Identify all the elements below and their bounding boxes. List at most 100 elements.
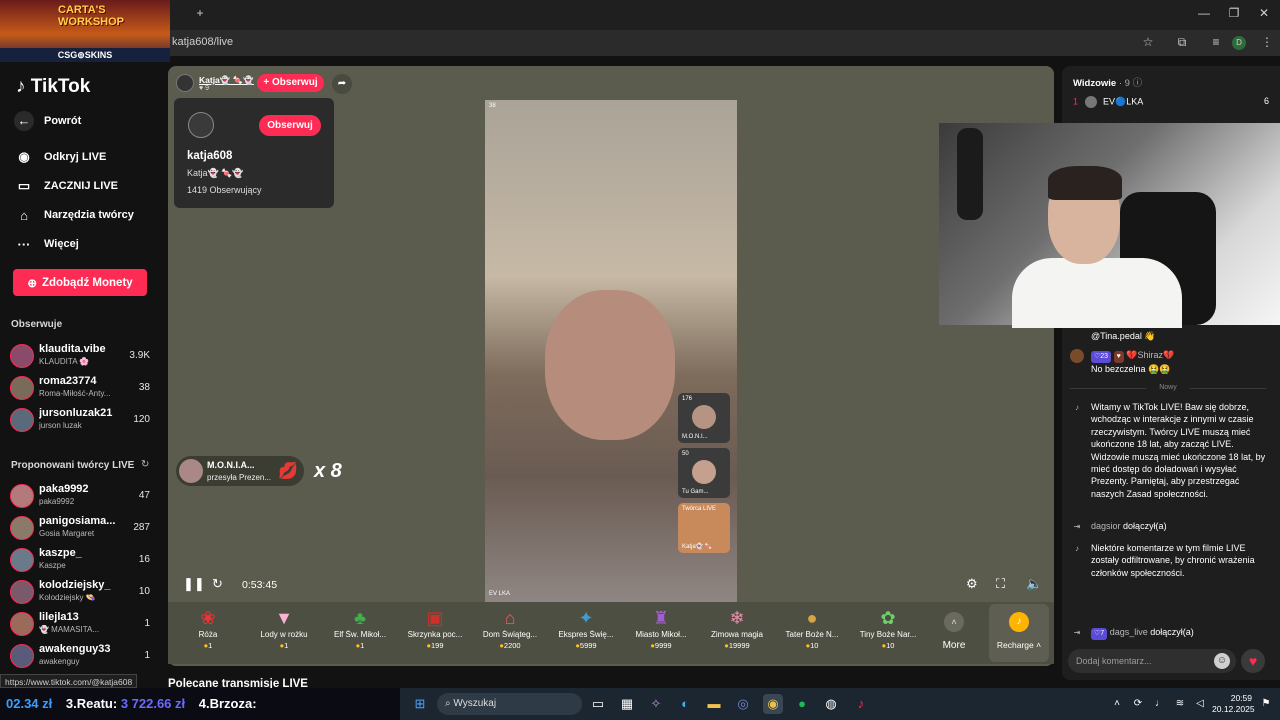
gift-sender: M.O.N.I.A... bbox=[207, 460, 255, 470]
store-icon[interactable]: ▦ bbox=[617, 694, 637, 714]
task-view-icon[interactable]: ▭ bbox=[588, 694, 608, 714]
card-avatar[interactable] bbox=[188, 112, 214, 138]
gift-item[interactable]: ♣ Elf Św. Mikoł... ●1 bbox=[327, 606, 393, 662]
volume-icon[interactable]: 🔈 bbox=[1026, 576, 1042, 592]
gift-item[interactable]: ▣ Skrzynka poc... ●199 bbox=[402, 606, 468, 662]
close-button[interactable]: ✕ bbox=[1254, 6, 1274, 20]
join-message: ⇥ dagsior dołączył(a) bbox=[1070, 520, 1266, 532]
suggested-item[interactable]: kaszpe_ Kaszpe 16 bbox=[10, 545, 152, 575]
folder-icon[interactable]: ▬ bbox=[704, 694, 724, 714]
sync-icon[interactable]: ⟳ bbox=[1128, 694, 1148, 714]
system-message: ♪ Niektóre komentarze w tym filmie LIVE z… bbox=[1070, 542, 1266, 579]
card-follow-button[interactable]: Obserwuj bbox=[259, 115, 321, 136]
windows-start-icon[interactable]: ⊞ bbox=[410, 694, 430, 714]
chat-message: @Tina.pedal 👋 bbox=[1070, 330, 1266, 342]
suggested-item[interactable]: panigosiama... Gosia Margaret 287 bbox=[10, 513, 152, 543]
chevron-up-icon[interactable]: ˄ bbox=[1107, 694, 1127, 714]
tiktok-icon[interactable]: ♪ bbox=[851, 694, 871, 714]
following-item[interactable]: klaudita.vibe KLAUDITA 🌸 3.9K bbox=[10, 341, 152, 371]
suggested-item[interactable]: lilejla13 👻 MAMASITA... 1 bbox=[10, 609, 152, 639]
nav-creator-tools[interactable]: ⌂ Narzędzia twórcy bbox=[14, 205, 134, 225]
media-icon[interactable]: ≡ bbox=[1207, 35, 1225, 49]
obs-icon[interactable]: ◍ bbox=[821, 694, 841, 714]
new-tab-button[interactable]: + bbox=[190, 6, 210, 20]
guest-tile[interactable]: 50 Tu Gam... bbox=[678, 448, 730, 498]
recharge-button[interactable]: ♪ Recharge ˄ bbox=[989, 604, 1049, 662]
gift-item[interactable]: ❄ Zimowa magia ●19999 bbox=[704, 606, 770, 662]
chat-user[interactable]: dags_live bbox=[1110, 627, 1148, 637]
notification-icon[interactable]: ⚑ bbox=[1256, 694, 1276, 714]
avatar bbox=[10, 612, 34, 636]
heart-icon[interactable]: ♥ bbox=[1241, 649, 1265, 673]
gift-item[interactable]: ▼ Lody w rożku ●1 bbox=[251, 606, 317, 662]
emoji-icon[interactable]: ☺ bbox=[1214, 653, 1230, 669]
guest-tile[interactable]: 176 M.O.N.I... bbox=[678, 393, 730, 443]
info-icon: ⓘ bbox=[1132, 78, 1143, 89]
spotify-icon[interactable]: ● bbox=[792, 694, 812, 714]
menu-icon[interactable]: ⋮ bbox=[1258, 35, 1276, 49]
following-item[interactable]: jursonluzak21 jurson luzak 120 bbox=[10, 405, 152, 435]
search-label: Wyszukaj bbox=[453, 698, 497, 709]
user-name: kolodziejsky_ bbox=[39, 579, 111, 591]
tile-viewers: 176 bbox=[682, 396, 693, 402]
mic-icon[interactable]: ♩ bbox=[1150, 694, 1170, 714]
suggested-item[interactable]: paka9992 paka9992 47 bbox=[10, 481, 152, 511]
clock-time: 20:59 bbox=[1230, 693, 1252, 703]
copilot-icon[interactable]: ✧ bbox=[646, 694, 666, 714]
gift-item[interactable]: ❀ Róża ●1 bbox=[175, 606, 241, 662]
get-coins-button[interactable]: ⊕ Zdobądź Monety bbox=[13, 269, 147, 296]
gift-multiplier: x 8 bbox=[314, 460, 342, 482]
taskbar-search[interactable]: ⌕ Wyszukaj bbox=[437, 693, 582, 715]
taskbar-clock[interactable]: 20:59 20.12.2025 bbox=[1212, 693, 1255, 715]
suggested-title: Proponowani twórcy LIVE bbox=[11, 460, 135, 471]
refresh-icon[interactable]: ↻ bbox=[141, 459, 149, 470]
tile-viewers: 50 bbox=[682, 451, 689, 457]
gift-item[interactable]: ● Tater Boże N... ●10 bbox=[779, 606, 845, 662]
speaker-icon[interactable]: ◁ bbox=[1190, 694, 1210, 714]
top-viewer-row[interactable]: 1 EV🔵LKA 6 bbox=[1073, 96, 1269, 110]
gift-item[interactable]: ⌂ Dom Świąteg... ●2200 bbox=[477, 606, 543, 662]
guest-tile[interactable]: Twórca LIVE Katja👻 🍬 bbox=[678, 503, 730, 553]
comment-input[interactable]: Dodaj komentarz... bbox=[1068, 649, 1236, 673]
refresh-icon[interactable]: ↻ bbox=[212, 576, 223, 592]
pause-icon[interactable]: ❚❚ bbox=[183, 576, 205, 592]
discord-icon[interactable]: ◎ bbox=[733, 694, 753, 714]
url-text[interactable]: katja608/live bbox=[172, 36, 233, 48]
bookmark-star-icon[interactable]: ☆ bbox=[1139, 35, 1157, 49]
gift-price-value: 1 bbox=[208, 641, 213, 650]
nav-discover-live[interactable]: ◉ Odkryj LIVE bbox=[14, 147, 106, 167]
suggested-item[interactable]: kolodziejsky_ Kolodziejsky 👒 10 bbox=[10, 577, 152, 607]
follow-button[interactable]: + Obserwuj bbox=[257, 74, 324, 92]
share-icon[interactable]: ➦ bbox=[332, 74, 352, 94]
fullscreen-icon[interactable]: ⛶ bbox=[996, 576, 1005, 592]
chrome-icon[interactable]: ◉ bbox=[763, 694, 783, 714]
gift-price: ●10 bbox=[881, 641, 895, 650]
suggested-item[interactable]: awakenguy33 awakenguy 1 bbox=[10, 641, 152, 671]
ticker-name: 4.Brzoza: bbox=[198, 696, 257, 711]
viewer-count: 16 bbox=[138, 554, 150, 565]
gift-item[interactable]: ✿ Tiny Boże Nar... ●10 bbox=[855, 606, 921, 662]
gift-item[interactable]: ♜ Miasto Mikoł... ●9999 bbox=[628, 606, 694, 662]
edge-icon[interactable]: ◐ bbox=[675, 694, 695, 714]
extensions-icon[interactable]: ⧉ bbox=[1173, 35, 1191, 50]
viewers-header[interactable]: Widzowie · 9 ⓘ bbox=[1073, 75, 1142, 89]
settings-icon[interactable]: ⚙ bbox=[966, 576, 978, 592]
gift-price-value: 1 bbox=[360, 641, 365, 650]
more-gifts-button[interactable]: ˄ More bbox=[938, 612, 970, 651]
nav-more[interactable]: ··· Więcej bbox=[14, 234, 79, 254]
following-item[interactable]: roma23774 Roma-Miłość-Anty... 38 bbox=[10, 373, 152, 403]
chat-user[interactable]: 💔Shiraz💔 bbox=[1126, 350, 1174, 360]
gift-item[interactable]: ✦ Ekspres Świę... ●5999 bbox=[553, 606, 619, 662]
join-text: dołączył(a) bbox=[1150, 627, 1194, 637]
restore-button[interactable]: ❐ bbox=[1224, 6, 1244, 20]
nav-start-live[interactable]: ▭ ZACZNIJ LIVE bbox=[14, 176, 118, 196]
minimize-button[interactable]: — bbox=[1194, 6, 1214, 20]
host-avatar[interactable] bbox=[176, 74, 194, 92]
back-link[interactable]: ← Powrót bbox=[14, 111, 81, 131]
card-username[interactable]: katja608 bbox=[187, 150, 232, 162]
wifi-icon[interactable]: ≋ bbox=[1170, 694, 1190, 714]
profile-avatar[interactable]: D bbox=[1232, 36, 1246, 50]
avatar bbox=[10, 580, 34, 604]
tiktok-logo[interactable]: ♪ TikTok bbox=[16, 76, 90, 98]
chat-user[interactable]: dagsior bbox=[1091, 521, 1121, 531]
